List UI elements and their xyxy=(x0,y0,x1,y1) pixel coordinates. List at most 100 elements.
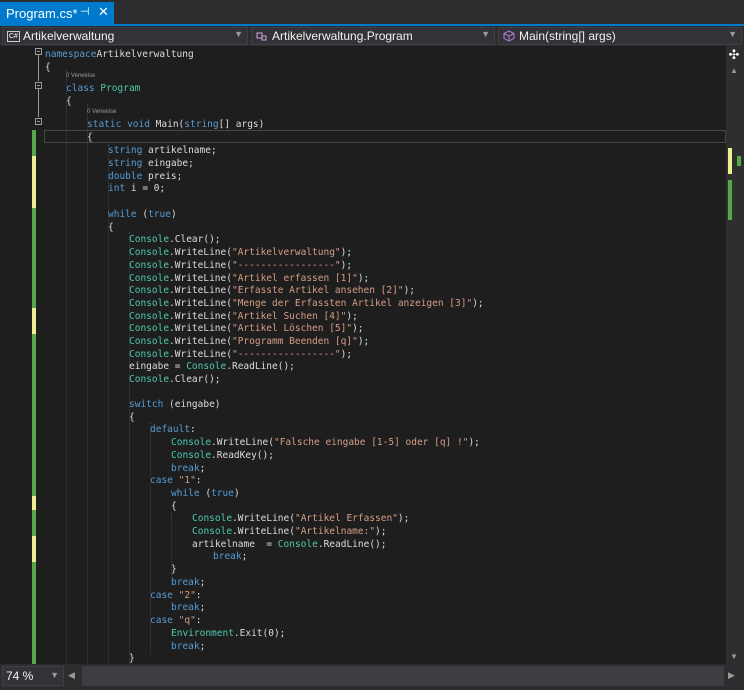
type-dropdown[interactable]: Artikelverwaltung.Program ▼ xyxy=(251,27,495,45)
code-line: static void Main(string[] args) xyxy=(87,118,264,131)
code-line: { xyxy=(171,500,177,513)
code-token: .WriteLine( xyxy=(169,260,232,271)
code-token: } xyxy=(171,564,177,575)
code-token: "2" xyxy=(178,590,196,601)
code-token: } xyxy=(129,653,135,664)
code-token: case xyxy=(150,590,173,601)
code-token: Console xyxy=(129,285,170,296)
code-line: break; xyxy=(171,576,205,589)
code-token: ; xyxy=(199,641,206,652)
code-token: Main( xyxy=(149,119,185,130)
project-dropdown[interactable]: C# Artikelverwaltung ▼ xyxy=(2,27,248,45)
code-line: { xyxy=(108,221,114,234)
code-token: break xyxy=(213,551,242,562)
code-token: Console xyxy=(129,298,170,309)
code-token: Console xyxy=(129,273,170,284)
code-line: case "q": xyxy=(150,614,202,627)
code-token: "-----------------" xyxy=(231,349,341,360)
code-editor[interactable]: 0 Verweise 0 Verweise namespaceArtikelve… xyxy=(0,46,726,664)
code-token: "Erfasste Artikel ansehen [2]" xyxy=(231,285,404,296)
code-line: Console.WriteLine("Menge der Erfassten A… xyxy=(129,297,484,310)
code-token: .ReadLine(); xyxy=(317,539,387,550)
code-token: ( xyxy=(199,488,212,499)
pin-icon[interactable]: ⊣ xyxy=(80,5,90,18)
code-token: .Clear(); xyxy=(169,234,221,245)
code-token: : xyxy=(195,615,202,626)
code-token: { xyxy=(66,96,72,107)
code-token: "Artikel Löschen [5]" xyxy=(231,323,353,334)
scroll-down-icon[interactable]: ▼ xyxy=(727,652,741,662)
zoom-value: 74 % xyxy=(6,669,34,683)
code-view[interactable]: namespaceArtikelverwaltung{class Program… xyxy=(45,46,725,664)
code-token: Console xyxy=(129,247,170,258)
split-window-icon[interactable]: ✣ xyxy=(727,48,741,62)
scroll-up-icon[interactable]: ▲ xyxy=(727,66,741,76)
member-dropdown[interactable]: Main(string[] args) ▼ xyxy=(498,27,742,45)
code-token: ); xyxy=(340,349,353,360)
bottom-bar: 74 % ▼ ◀ ▶ xyxy=(0,664,744,690)
code-token: [] args) xyxy=(218,119,265,130)
code-line: Console.WriteLine("Artikel Erfassen"); xyxy=(192,512,409,525)
code-token: Console xyxy=(129,311,170,322)
chevron-down-icon: ▼ xyxy=(50,670,59,680)
code-token: int xyxy=(108,183,126,194)
code-token: true xyxy=(148,209,171,220)
method-icon xyxy=(503,30,515,42)
code-line: Console.ReadKey(); xyxy=(171,449,274,462)
close-icon[interactable]: ✕ xyxy=(98,4,109,20)
code-token: ); xyxy=(403,285,416,296)
project-label: Artikelverwaltung xyxy=(22,29,115,43)
code-token: .WriteLine( xyxy=(169,273,232,284)
vertical-scrollbar[interactable] xyxy=(726,46,744,664)
code-line: while (true) xyxy=(171,487,240,500)
code-line: { xyxy=(45,61,51,74)
scroll-left-icon[interactable]: ◀ xyxy=(68,670,75,681)
overview-change-marker xyxy=(728,180,732,220)
code-token: class xyxy=(66,83,95,94)
code-line: Console.Clear(); xyxy=(129,373,221,386)
code-token: .WriteLine( xyxy=(169,323,232,334)
overview-change-marker xyxy=(737,156,741,166)
code-token: Console xyxy=(192,513,233,524)
code-token: .WriteLine( xyxy=(232,526,295,537)
code-line: break; xyxy=(171,640,205,653)
code-token: artikelname = xyxy=(192,539,278,550)
code-token: ); xyxy=(340,247,353,258)
code-line: string eingabe; xyxy=(108,157,194,170)
code-line: Console.WriteLine("-----------------"); xyxy=(129,259,352,272)
code-token: case xyxy=(150,475,173,486)
code-token: "Programm Beenden [q]" xyxy=(231,336,358,347)
code-token: switch xyxy=(129,399,164,410)
code-token: "Artikelverwaltung" xyxy=(231,247,341,258)
tab-program-cs[interactable]: Program.cs* ⊣ ✕ xyxy=(0,2,114,24)
code-token: .ReadKey(); xyxy=(211,450,274,461)
horizontal-scrollbar[interactable] xyxy=(82,666,724,686)
zoom-dropdown[interactable]: 74 % ▼ xyxy=(2,666,64,686)
code-token: double xyxy=(108,171,143,182)
code-token: ); xyxy=(340,260,353,271)
code-token: "Menge der Erfassten Artikel anzeigen [3… xyxy=(231,298,473,309)
code-token: while xyxy=(108,209,137,220)
code-line: int i = 0; xyxy=(108,182,165,195)
code-token: ; xyxy=(241,551,248,562)
tab-title: Program.cs* xyxy=(6,5,78,21)
code-token: i = 0; xyxy=(125,183,166,194)
code-token: ); xyxy=(357,336,370,347)
code-token: break xyxy=(171,577,200,588)
code-token: Console xyxy=(129,349,170,360)
code-token: .WriteLine( xyxy=(169,298,232,309)
code-token: Console xyxy=(129,336,170,347)
code-token: : xyxy=(190,424,196,435)
navigation-bar: C# Artikelverwaltung ▼ Artikelverwaltung… xyxy=(0,26,744,46)
code-token: static xyxy=(87,119,122,130)
code-token: .WriteLine( xyxy=(169,247,232,258)
code-line: switch (eingabe) xyxy=(129,398,221,411)
scroll-right-icon[interactable]: ▶ xyxy=(728,670,735,681)
code-token: Console xyxy=(129,234,170,245)
code-token: string xyxy=(184,119,219,130)
code-token: Console xyxy=(171,437,212,448)
code-token: eingabe = xyxy=(129,361,187,372)
code-token: .WriteLine( xyxy=(232,513,295,524)
code-token: .WriteLine( xyxy=(169,349,232,360)
code-line: class Program xyxy=(66,82,140,95)
